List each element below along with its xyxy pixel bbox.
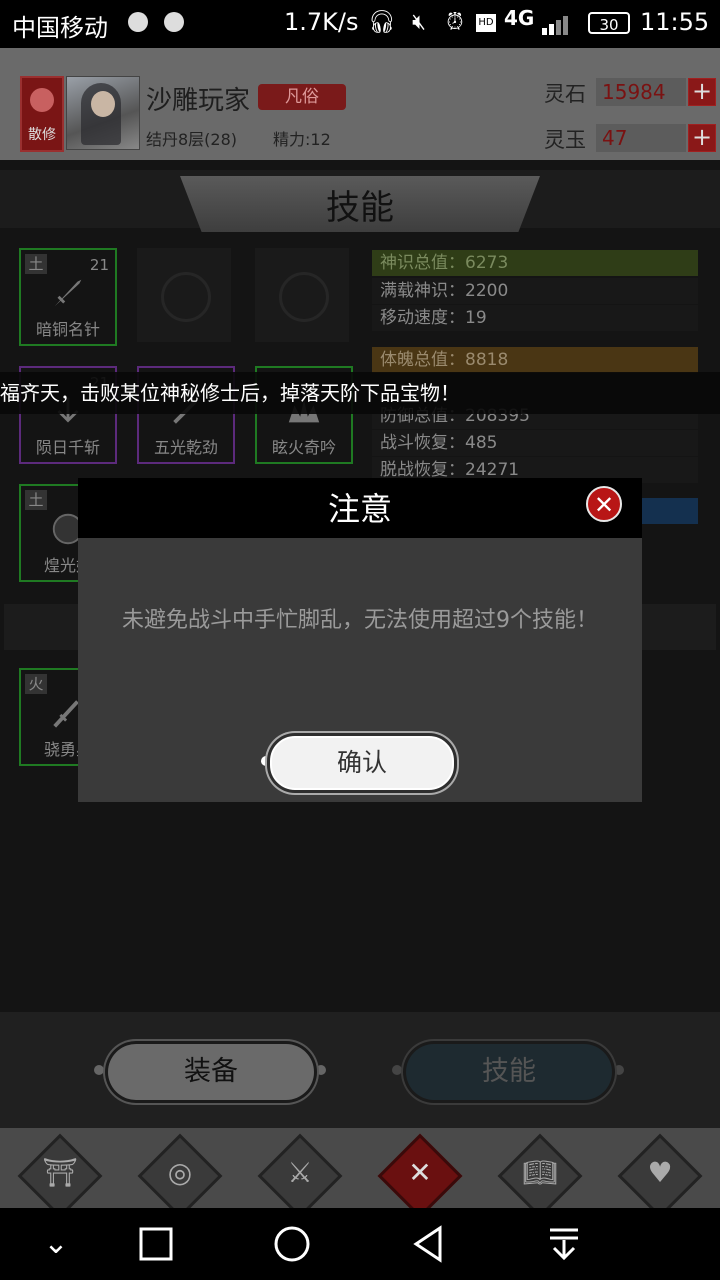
avatar[interactable] — [66, 76, 140, 150]
stat-highlight-bar — [640, 498, 698, 524]
system-nav-bar — [0, 1208, 720, 1280]
broadcast-marquee: 福齐天，击败某位神秘修士后，掉落天阶下品宝物！ — [0, 372, 720, 414]
battery-icon: 30 — [588, 12, 630, 34]
game-nav-bar — [0, 1128, 720, 1208]
back-button[interactable] — [398, 1220, 458, 1268]
book-icon: 📖︎ — [522, 1156, 558, 1189]
ring-icon: ◎ — [167, 1156, 193, 1189]
element-badge: 土 — [25, 490, 47, 510]
empty-skill-slot[interactable] — [255, 248, 349, 342]
button-ornament — [614, 1065, 624, 1075]
empty-skill-slot[interactable] — [137, 248, 231, 342]
swords-icon: ⚔︎ — [287, 1156, 313, 1189]
close-button[interactable]: ✕ — [586, 486, 622, 522]
recents-button[interactable] — [126, 1220, 186, 1268]
skill-slot[interactable]: 土 21 暗铜名针 — [19, 248, 117, 346]
add-jade-button[interactable]: + — [688, 124, 716, 152]
dialog-title: 注意 — [327, 490, 392, 528]
mute-icon: 🔇︎ — [412, 10, 426, 35]
confirm-button[interactable]: 确认 — [270, 736, 454, 790]
skill-level: 21 — [89, 256, 109, 274]
network-speed: 1.7K/s — [284, 8, 359, 36]
button-ornament — [316, 1065, 326, 1075]
status-bar: 中国移动 1.7K/s 🎧︎ 🔇︎ ⏰︎ HD 4G 30 11:55 — [0, 0, 720, 48]
stat-body-total: 体魄总值：8818 — [372, 347, 698, 373]
carrier-label: 中国移动 — [12, 14, 108, 42]
page-title: 技能 — [326, 188, 394, 228]
tab-skills[interactable]: 技能 — [406, 1044, 612, 1100]
avatar-face — [91, 91, 115, 117]
4g-icon: 4G — [504, 6, 535, 30]
chevron-down-icon[interactable]: ⌄ — [26, 1220, 86, 1268]
element-badge: 土 — [25, 254, 47, 274]
alarm-icon: ⏰︎ — [446, 10, 464, 35]
stone-label: 灵石 — [544, 82, 586, 106]
skill-name: 五光乾劲 — [153, 438, 218, 457]
add-stone-button[interactable]: + — [688, 78, 716, 106]
empty-slot-icon — [279, 272, 329, 322]
stat-battle-recover: 战斗恢复：485 — [372, 430, 698, 456]
energy-text: 精力:12 — [273, 130, 331, 149]
notification-pull-button[interactable] — [534, 1220, 594, 1268]
stone-value: 15984 — [596, 78, 686, 106]
home-button[interactable] — [262, 1220, 322, 1268]
stat-move-speed: 移动速度：19 — [372, 305, 698, 331]
empty-slot-icon — [161, 272, 211, 322]
stat-spirit-full: 满载神识：2200 — [372, 278, 698, 304]
level-text: 结丹8层(28) — [146, 130, 238, 149]
hd-icon: HD — [476, 14, 496, 32]
button-ornament — [94, 1065, 104, 1075]
gate-icon: ⛩︎ — [42, 1156, 78, 1189]
jade-value: 47 — [596, 124, 686, 152]
app-notification-icon — [164, 12, 184, 32]
element-badge: 火 — [25, 674, 47, 694]
signal-icon — [540, 14, 572, 35]
jade-label: 灵玉 — [544, 128, 586, 152]
rank-label: 散修 — [28, 127, 56, 143]
tab-equipment[interactable]: 装备 — [108, 1044, 314, 1100]
headphones-icon: 🎧︎ — [368, 10, 396, 35]
button-ornament — [392, 1065, 402, 1075]
heart-icon: ♥ — [647, 1156, 673, 1189]
clock: 11:55 — [640, 8, 710, 36]
player-name: 沙雕玩家 — [146, 86, 251, 116]
close-icon: ✕ — [408, 1156, 432, 1189]
stat-spirit-total: 神识总值：6273 — [372, 250, 698, 276]
skill-name: 眩火奇吟 — [271, 438, 336, 457]
dialog-message: 未避免战斗中手忙脚乱，无法使用超过9个技能！ — [122, 608, 598, 633]
lotus-icon — [30, 88, 54, 112]
needle-icon — [54, 279, 82, 307]
skill-name: 陨日千斩 — [35, 438, 100, 457]
app-notification-icon — [128, 12, 148, 32]
realm-badge: 凡俗 — [258, 84, 346, 110]
skill-name: 暗铜名针 — [35, 320, 100, 339]
rank-badge[interactable]: 散修 — [20, 76, 64, 152]
